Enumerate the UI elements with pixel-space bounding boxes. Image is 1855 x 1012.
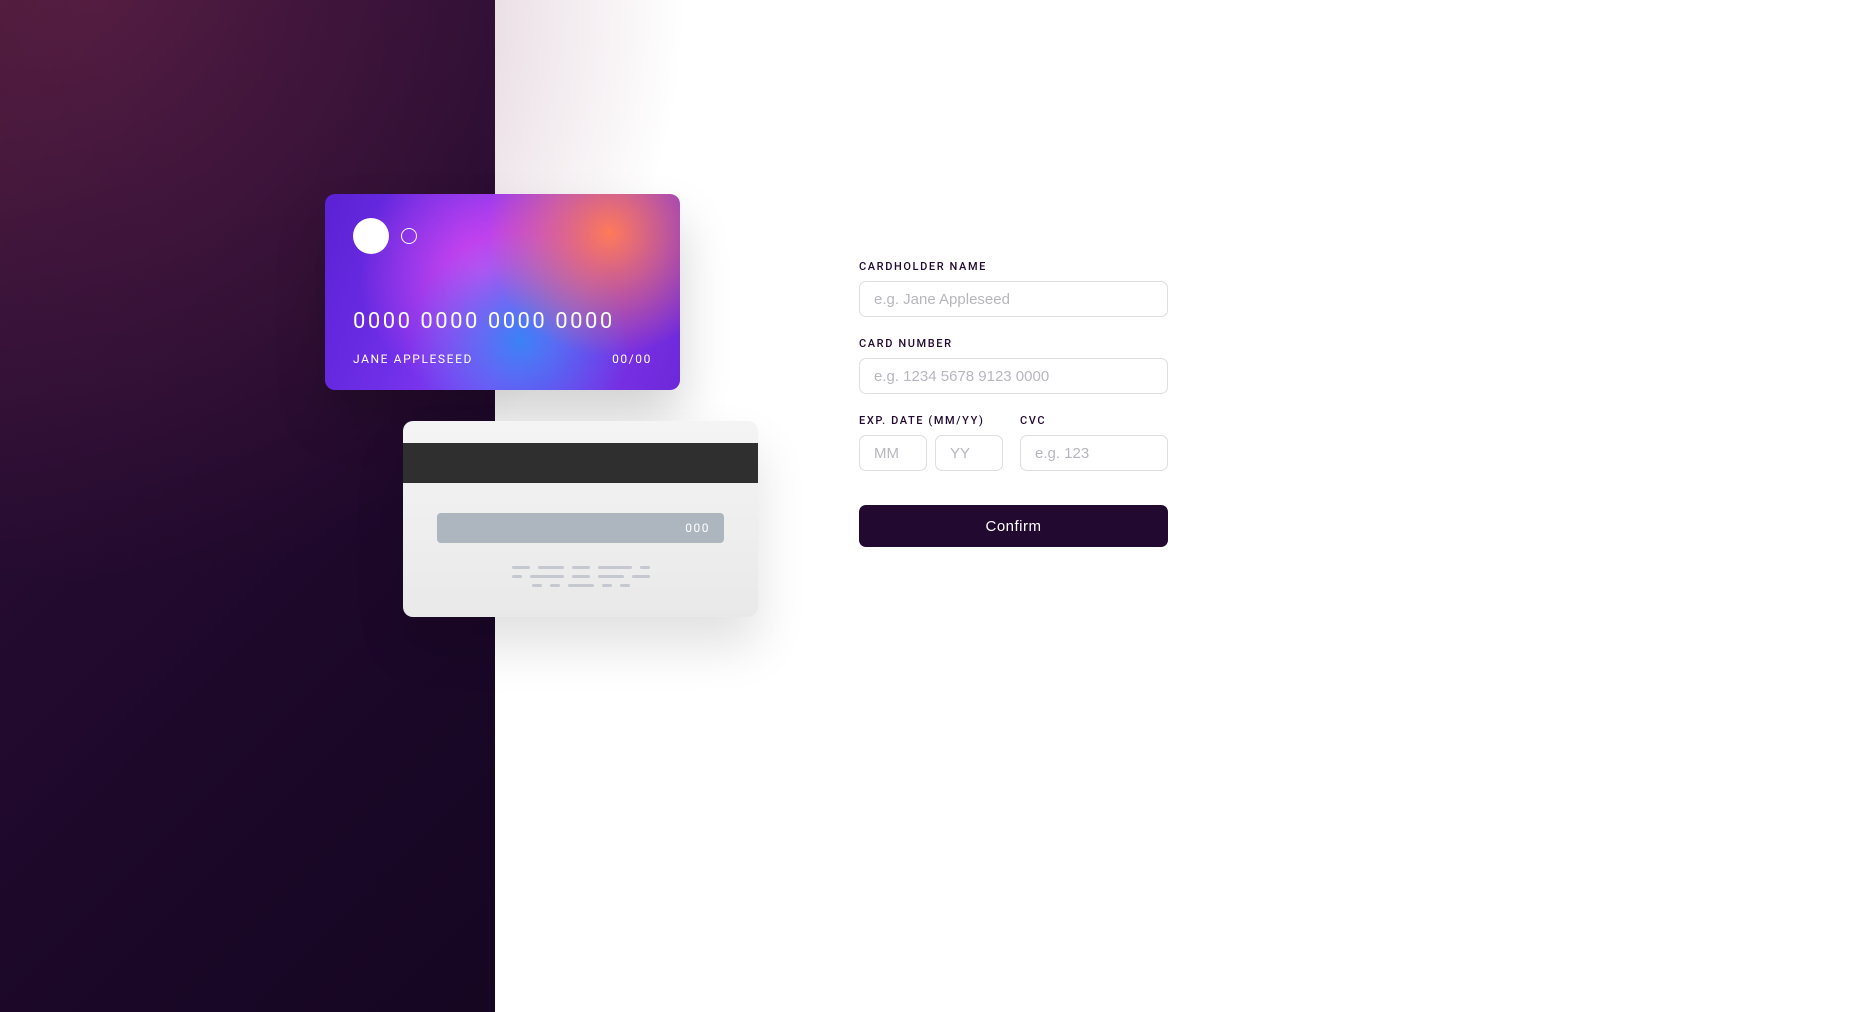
card-number-label: Card Number <box>859 337 1168 350</box>
confirm-button[interactable]: Confirm <box>859 505 1168 547</box>
expiry-month-input[interactable] <box>859 435 927 471</box>
card-expiry-display: 00/00 <box>612 352 652 366</box>
card-details-form: Cardholder Name Card Number Exp. Date (M… <box>859 260 1168 547</box>
cardholder-name-input[interactable] <box>859 281 1168 317</box>
card-back-pattern <box>403 566 758 587</box>
cardholder-name-label: Cardholder Name <box>859 260 1168 273</box>
signature-strip: 000 <box>437 513 724 543</box>
logo-circle-outline-icon <box>401 228 417 244</box>
credit-card-back: 000 <box>403 421 758 617</box>
card-name-display: JANE APPLESEED <box>353 352 473 366</box>
cvc-input[interactable] <box>1020 435 1168 471</box>
card-logo <box>353 218 652 254</box>
viewport: 0000 0000 0000 0000 JANE APPLESEED 00/00… <box>0 0 1855 1012</box>
credit-card-front: 0000 0000 0000 0000 JANE APPLESEED 00/00 <box>325 194 680 390</box>
card-cvc-display: 000 <box>685 521 710 535</box>
card-meta-row: JANE APPLESEED 00/00 <box>353 352 652 366</box>
card-number-input[interactable] <box>859 358 1168 394</box>
cvc-label: CVC <box>1020 414 1168 427</box>
card-number-display: 0000 0000 0000 0000 <box>353 309 652 334</box>
expiry-date-label: Exp. Date (MM/YY) <box>859 414 1004 427</box>
magnetic-stripe <box>403 443 758 483</box>
logo-circle-solid-icon <box>353 218 389 254</box>
expiry-year-input[interactable] <box>935 435 1003 471</box>
